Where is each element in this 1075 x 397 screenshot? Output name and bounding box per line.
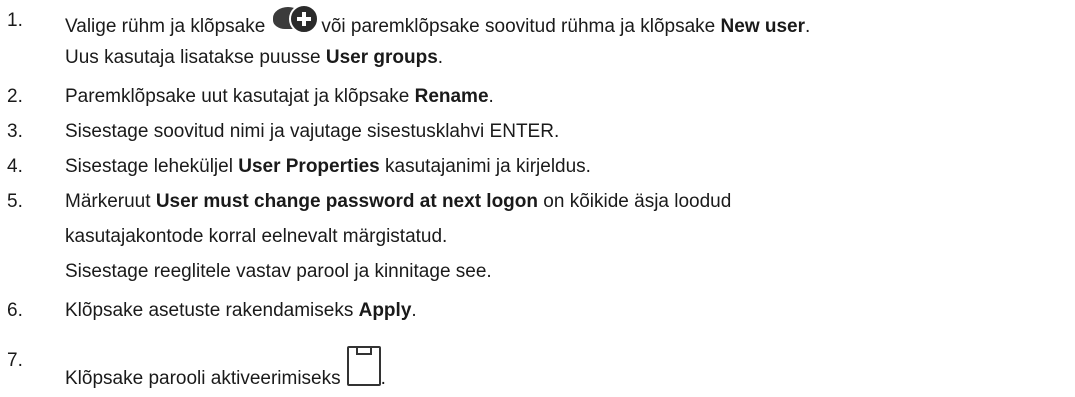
save-icon[interactable] bbox=[346, 346, 381, 386]
ui-term-user-groups: User groups bbox=[325, 47, 438, 68]
step-number: 5. bbox=[7, 191, 23, 212]
step-number: 7. bbox=[7, 350, 23, 371]
instruction-document: 1. Valige rühm ja klõpsake või paremklõps… bbox=[0, 0, 1075, 397]
step-number: 2. bbox=[7, 86, 23, 107]
ui-term-user-properties: User Properties bbox=[238, 156, 380, 177]
step-number: 1. bbox=[7, 10, 23, 31]
new-user-icon[interactable] bbox=[273, 4, 320, 36]
ui-term-apply: Apply bbox=[358, 300, 412, 321]
ui-term-must-change-password: User must change password at next logon bbox=[155, 191, 539, 212]
step-number: 3. bbox=[7, 121, 23, 142]
ui-term-rename: Rename bbox=[414, 86, 489, 107]
ui-term-new-user: New user bbox=[720, 16, 806, 37]
step-number: 4. bbox=[7, 156, 23, 177]
step-number: 6. bbox=[7, 300, 23, 321]
